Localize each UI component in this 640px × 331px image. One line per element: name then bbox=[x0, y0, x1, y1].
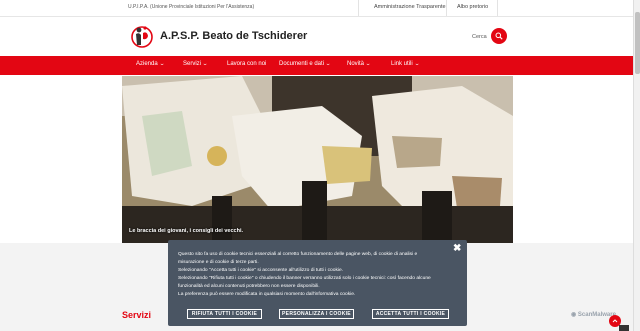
divider bbox=[358, 0, 359, 16]
nav-label: Lavora con noi bbox=[227, 61, 267, 67]
nav-item-documenti-e-dati[interactable]: Documenti e dati ⌄ bbox=[279, 61, 332, 67]
customize-cookies-button[interactable]: PERSONALIZZA I COOKIE bbox=[279, 309, 354, 319]
search-button[interactable] bbox=[491, 28, 507, 44]
nav-item-link-utili[interactable]: Link utili ⌄ bbox=[391, 61, 420, 67]
nav-label: Servizi bbox=[183, 61, 202, 67]
chevron-down-icon: ⌄ bbox=[158, 61, 165, 67]
site-title[interactable]: A.P.S.P. Beato de Tschiderer bbox=[160, 30, 307, 42]
divider bbox=[446, 0, 447, 16]
hero-image bbox=[122, 76, 513, 243]
chevron-down-icon: ⌄ bbox=[325, 61, 332, 67]
cookie-line: Selezionando "Accetta tutti i cookie" si… bbox=[178, 268, 344, 274]
nav-label: Link utili bbox=[391, 61, 413, 67]
search-icon bbox=[495, 32, 503, 40]
cube-icon bbox=[619, 325, 629, 331]
reject-all-cookies-button[interactable]: RIFIUTA TUTTI I COOKIE bbox=[187, 309, 262, 319]
nav-item-novita[interactable]: Novità ⌄ bbox=[347, 61, 372, 67]
cookie-line: La preferenza può essere modificata in q… bbox=[178, 292, 356, 298]
cookie-line: funzionalità ed alcuni contenuti potrebb… bbox=[178, 284, 320, 290]
shield-icon: ◉ bbox=[571, 312, 577, 318]
cookie-message: Questo sito fa uso di cookie tecnici ess… bbox=[178, 251, 450, 300]
cookie-line: Questo sito fa uso di cookie tecnici ess… bbox=[178, 252, 418, 257]
hero-caption: Le braccia dei giovani, i consigli dei v… bbox=[129, 228, 244, 234]
chevron-down-icon: ⌄ bbox=[365, 61, 372, 67]
nav-item-lavora-con-noi[interactable]: Lavora con noi bbox=[227, 61, 266, 67]
chevron-down-icon: ⌄ bbox=[202, 61, 209, 67]
nav-label: Novità bbox=[347, 61, 365, 67]
nav-item-servizi[interactable]: Servizi ⌄ bbox=[183, 61, 209, 67]
scrollbar-thumb[interactable] bbox=[635, 12, 640, 74]
nav-label: Azienda bbox=[136, 61, 158, 67]
divider bbox=[497, 0, 498, 16]
nav-item-azienda[interactable]: Azienda ⌄ bbox=[136, 61, 165, 67]
top-utility-bar: U.P.I.P.A. (Unione Provinciale Istituzio… bbox=[0, 0, 633, 17]
chevron-up-icon bbox=[612, 319, 618, 323]
cookie-banner: ✖ Questo sito fa uso di cookie tecnici e… bbox=[168, 240, 467, 326]
search-label[interactable]: Cerca bbox=[472, 34, 487, 40]
vertical-scrollbar[interactable] bbox=[633, 0, 640, 331]
nav-label: Documenti e dati bbox=[279, 61, 325, 67]
main-nav: Azienda ⌄ Servizi ⌄ Lavora con noi Documen… bbox=[0, 56, 633, 75]
chevron-down-icon: ⌄ bbox=[413, 61, 420, 67]
site-header bbox=[0, 17, 633, 56]
cookie-line: Selezionando "Rifiuta tutti i cookie" o … bbox=[178, 276, 431, 282]
albo-pretorio-link[interactable]: Albo pretorio bbox=[457, 4, 488, 10]
upipa-link[interactable]: U.P.I.P.A. (Unione Provinciale Istituzio… bbox=[128, 4, 254, 10]
site-logo-icon[interactable] bbox=[131, 23, 153, 49]
hero-slider[interactable] bbox=[122, 76, 513, 243]
close-icon[interactable]: ✖ bbox=[453, 243, 461, 254]
amministrazione-trasparente-link[interactable]: Amministrazione Trasparente bbox=[374, 4, 446, 10]
cookie-line: misurazione e di cookie di terze parti. bbox=[178, 260, 259, 266]
section-title-servizi: Servizi bbox=[122, 310, 152, 320]
accept-all-cookies-button[interactable]: ACCETTA TUTTI I COOKIE bbox=[372, 309, 449, 319]
